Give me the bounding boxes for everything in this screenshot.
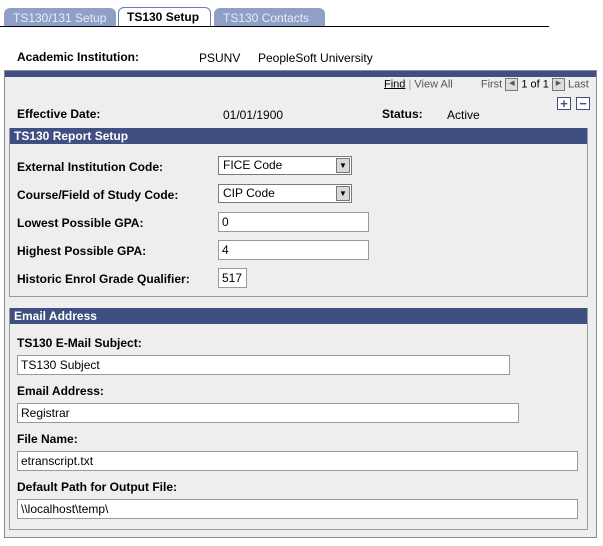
highest-gpa-input[interactable] — [218, 240, 369, 260]
next-arrow-icon[interactable]: ▶ — [551, 78, 565, 91]
external-institution-code-label: External Institution Code: — [17, 160, 164, 174]
page-info: 1 of 1 — [521, 78, 549, 91]
historic-enrol-grade-qualifier-input[interactable] — [218, 268, 247, 288]
status-value: Active — [447, 108, 480, 122]
status-label: Status: — [382, 107, 423, 121]
effective-date-label: Effective Date: — [17, 107, 101, 121]
first-label: First — [480, 78, 503, 91]
report-setup-header: TS130 Report Setup — [10, 128, 587, 144]
output-path-label: Default Path for Output File: — [17, 480, 177, 494]
tab-underline — [0, 26, 549, 27]
external-institution-code-select[interactable]: FICE Code ▼ — [218, 156, 352, 175]
lowest-gpa-label: Lowest Possible GPA: — [17, 216, 144, 230]
course-field-code-select[interactable]: CIP Code ▼ — [218, 184, 352, 203]
lowest-gpa-input[interactable] — [218, 212, 369, 232]
email-address-label: Email Address: — [17, 384, 104, 398]
add-row-icon[interactable]: + — [557, 97, 571, 110]
delete-row-icon[interactable]: − — [576, 97, 590, 110]
dropdown-arrow-icon: ▼ — [336, 158, 350, 173]
previous-arrow-icon[interactable]: ◀ — [505, 78, 519, 91]
effective-date-value: 01/01/1900 — [223, 108, 284, 122]
file-name-label: File Name: — [17, 432, 78, 446]
email-address-header: Email Address — [10, 308, 587, 324]
dropdown-arrow-icon: ▼ — [336, 186, 350, 201]
academic-institution-label: Academic Institution: — [17, 50, 140, 64]
highest-gpa-label: Highest Possible GPA: — [17, 244, 147, 258]
frame-header-bar — [5, 71, 596, 77]
email-subject-input[interactable] — [17, 355, 510, 375]
output-path-input[interactable] — [17, 499, 578, 519]
find-link[interactable]: Find — [384, 78, 405, 90]
view-all-link[interactable]: View All — [414, 78, 452, 90]
historic-enrol-grade-qualifier-label: Historic Enrol Grade Qualifier: — [17, 272, 190, 286]
email-subject-label: TS130 E-Mail Subject: — [17, 336, 142, 350]
institution-code: PSUNV — [199, 51, 241, 65]
email-address-input[interactable] — [17, 403, 519, 423]
scroll-navigation: Find | View All First ◀ 1 of 1 ▶ Last — [384, 78, 589, 91]
file-name-input[interactable] — [17, 451, 578, 471]
tab-ts130-contacts[interactable]: TS130 Contacts — [214, 8, 325, 26]
tab-ts130-setup[interactable]: TS130 Setup — [118, 7, 211, 27]
external-institution-code-value: FICE Code — [223, 158, 283, 172]
course-field-code-value: CIP Code — [223, 186, 275, 200]
institution-name: PeopleSoft University — [258, 51, 373, 65]
course-field-code-label: Course/Field of Study Code: — [17, 188, 179, 202]
last-label: Last — [568, 78, 589, 91]
tab-ts130-131-setup[interactable]: TS130/131 Setup — [4, 8, 116, 26]
